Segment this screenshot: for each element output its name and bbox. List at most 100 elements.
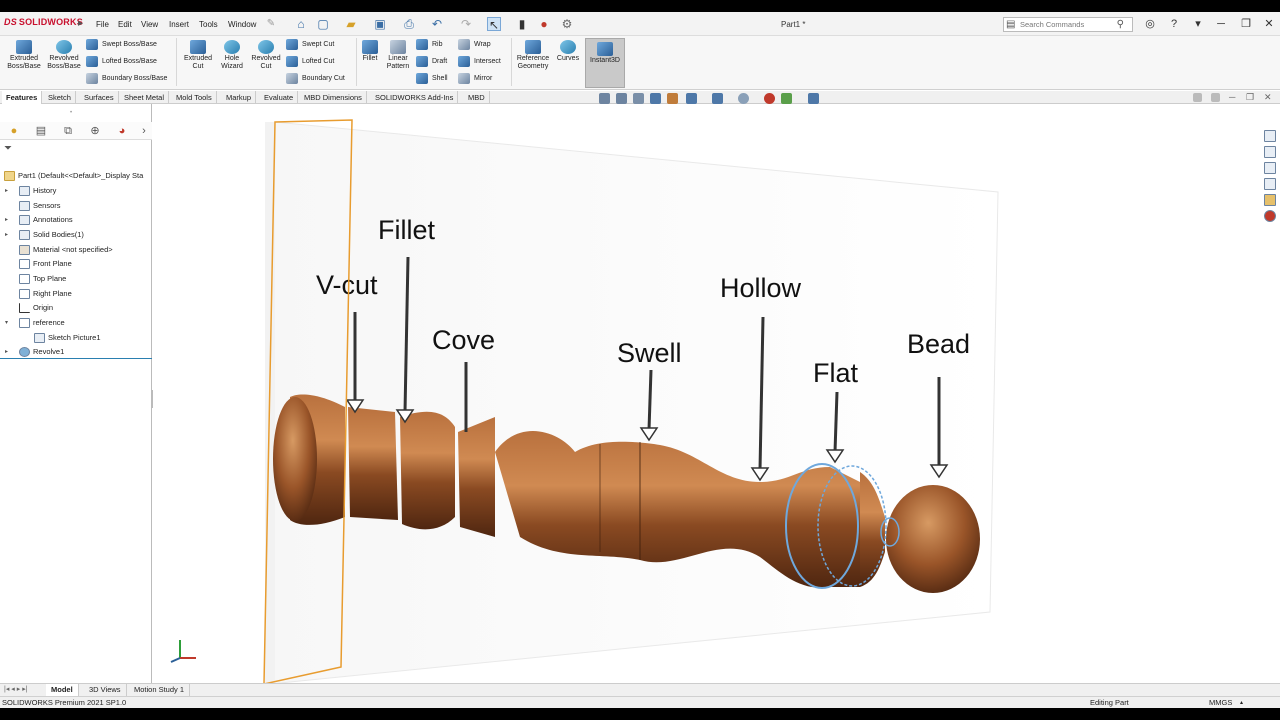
revolved-cut-button[interactable]: Revolved Cut — [248, 40, 284, 71]
intersect-button[interactable]: Intersect — [458, 55, 501, 69]
units-dropdown-icon[interactable]: ▴ — [1240, 697, 1243, 708]
expand-arrow-icon[interactable]: ▸ — [5, 184, 11, 198]
zoom-to-area-icon[interactable] — [616, 93, 627, 104]
fillet-button[interactable]: Fillet — [358, 40, 382, 63]
file-explorer-icon[interactable] — [1264, 178, 1276, 190]
tile-icon[interactable] — [1193, 93, 1202, 102]
tile-icon-2[interactable] — [1211, 93, 1220, 102]
menu-edit[interactable]: Edit — [118, 20, 132, 29]
minimize-button[interactable]: ─ — [1213, 17, 1229, 31]
home-icon[interactable] — [1264, 130, 1276, 142]
zoom-to-fit-icon[interactable] — [599, 93, 610, 104]
options-icon[interactable]: ⚙ — [560, 17, 574, 31]
tree-item-material[interactable]: Material <not specified> — [0, 243, 152, 257]
boundary-boss-button[interactable]: Boundary Boss/Base — [86, 72, 167, 86]
first-tab-arrow-icon[interactable]: |◂ ◂ ▸ ▸| — [4, 684, 28, 696]
tab-solidworks-addins[interactable]: SOLIDWORKS Add-Ins — [371, 91, 459, 104]
save-icon[interactable]: ▣ — [373, 17, 387, 31]
view-palette-icon[interactable] — [1264, 194, 1276, 206]
feature-manager-tab-icon[interactable]: ● — [6, 124, 22, 138]
tab-motion-study[interactable]: Motion Study 1 — [129, 684, 191, 696]
viewport-restore-button[interactable]: ❐ — [1246, 92, 1254, 103]
viewport-close-button[interactable]: ✕ — [1264, 92, 1272, 103]
print-icon[interactable]: ⎙ — [402, 17, 416, 31]
close-button[interactable]: ✕ — [1261, 17, 1277, 31]
mirror-button[interactable]: Mirror — [458, 72, 492, 86]
open-icon[interactable]: ▰ — [344, 17, 358, 31]
tab-sheet-metal[interactable]: Sheet Metal — [120, 91, 170, 104]
model-view[interactable]: V-cut Fillet Cove Swell Hollow Flat Bead — [153, 104, 1260, 683]
tree-item-reference[interactable]: ▾ reference — [0, 316, 152, 330]
restore-button[interactable]: ❐ — [1238, 17, 1254, 31]
unit-system[interactable]: MMGS — [1209, 697, 1232, 708]
tree-item-history[interactable]: ▸ History — [0, 184, 152, 198]
tree-root[interactable]: Part1 (Default<<Default>_Display Sta — [0, 169, 152, 183]
pin-icon[interactable]: ✎ — [264, 17, 278, 31]
resources-icon[interactable] — [1264, 146, 1276, 158]
swept-cut-button[interactable]: Swept Cut — [286, 38, 334, 52]
apply-scene-icon[interactable] — [781, 93, 792, 104]
hole-wizard-button[interactable]: Hole Wizard — [216, 40, 248, 71]
edit-appearance-icon[interactable] — [764, 93, 775, 104]
display-style-icon[interactable] — [712, 93, 723, 104]
design-library-icon[interactable] — [1264, 162, 1276, 174]
tree-item-front-plane[interactable]: Front Plane — [0, 257, 152, 271]
menu-file[interactable]: File — [96, 20, 109, 29]
user-icon[interactable]: ◎ — [1142, 17, 1158, 31]
tab-features[interactable]: Features — [2, 91, 43, 104]
new-doc-icon[interactable]: ▢ — [316, 17, 330, 31]
swept-boss-button[interactable]: Swept Boss/Base — [86, 38, 157, 52]
reference-geometry-button[interactable]: Reference Geometry — [513, 40, 553, 71]
display-manager-tab-icon[interactable]: ◕ — [114, 124, 130, 138]
dynamic-annotation-icon[interactable] — [667, 93, 678, 104]
configuration-manager-tab-icon[interactable]: ⧉ — [60, 124, 76, 138]
tree-item-origin[interactable]: Origin — [0, 301, 152, 315]
expand-arrow-icon[interactable]: ▸ — [5, 345, 11, 358]
linear-pattern-button[interactable]: Linear Pattern — [382, 40, 414, 71]
traffic-light-icon[interactable]: ● — [537, 17, 551, 31]
tree-item-top-plane[interactable]: Top Plane — [0, 272, 152, 286]
help-icon[interactable]: ? — [1166, 17, 1182, 31]
tab-surfaces[interactable]: Surfaces — [80, 91, 119, 104]
view-settings-icon[interactable] — [808, 93, 819, 104]
draft-button[interactable]: Draft — [416, 55, 447, 69]
graphics-area[interactable]: V-cut Fillet Cove Swell Hollow Flat Bead — [153, 104, 1260, 683]
search-icon[interactable]: ⚲ — [1117, 19, 1124, 30]
search-input[interactable]: Search Commands — [1020, 20, 1084, 29]
dimxpert-tab-icon[interactable]: ⊕ — [87, 124, 103, 138]
appearances-icon[interactable] — [1264, 210, 1276, 222]
menu-view[interactable]: View — [141, 20, 158, 29]
boundary-cut-button[interactable]: Boundary Cut — [286, 72, 345, 86]
search-box[interactable]: ▤ Search Commands ⚲ — [1003, 17, 1133, 32]
hide-show-items-icon[interactable] — [738, 93, 749, 104]
instant3d-button[interactable]: Instant3D — [585, 38, 625, 88]
extruded-boss-button[interactable]: Extruded Boss/Base — [4, 40, 44, 71]
menu-tools[interactable]: Tools — [199, 20, 218, 29]
home-icon[interactable]: ⌂ — [294, 17, 308, 31]
tree-item-solid-bodies[interactable]: ▸ Solid Bodies(1) — [0, 228, 152, 242]
tab-mbd[interactable]: MBD — [464, 91, 490, 104]
revolved-boss-button[interactable]: Revolved Boss/Base — [44, 40, 84, 71]
rib-button[interactable]: Rib — [416, 38, 443, 52]
tab-markup[interactable]: Markup — [222, 91, 257, 104]
tab-mold-tools[interactable]: Mold Tools — [172, 91, 217, 104]
expand-arrow-icon[interactable]: ▸ — [5, 213, 11, 227]
expand-menu-icon[interactable]: ▸ — [78, 18, 83, 29]
shell-button[interactable]: Shell — [416, 72, 448, 86]
previous-view-icon[interactable] — [633, 93, 644, 104]
tree-item-right-plane[interactable]: Right Plane — [0, 287, 152, 301]
property-manager-tab-icon[interactable]: ▤ — [33, 124, 49, 138]
tab-sketch[interactable]: Sketch — [44, 91, 76, 104]
extruded-cut-button[interactable]: Extruded Cut — [180, 40, 216, 71]
lofted-cut-button[interactable]: Lofted Cut — [286, 55, 334, 69]
tree-item-revolve[interactable]: ▸ Revolve1 — [0, 345, 152, 359]
more-tabs-icon[interactable]: › — [136, 124, 152, 138]
tab-model[interactable]: Model — [46, 684, 79, 696]
tree-item-sensors[interactable]: Sensors — [0, 199, 152, 213]
viewport-minimize-button[interactable]: ─ — [1229, 92, 1235, 102]
expand-arrow-icon[interactable]: ▸ — [5, 228, 11, 242]
filter-icon[interactable]: ⏷ — [4, 143, 12, 154]
curves-button[interactable]: Curves — [553, 40, 583, 63]
section-view-icon[interactable] — [650, 93, 661, 104]
tab-mbd-dimensions[interactable]: MBD Dimensions — [300, 91, 367, 104]
